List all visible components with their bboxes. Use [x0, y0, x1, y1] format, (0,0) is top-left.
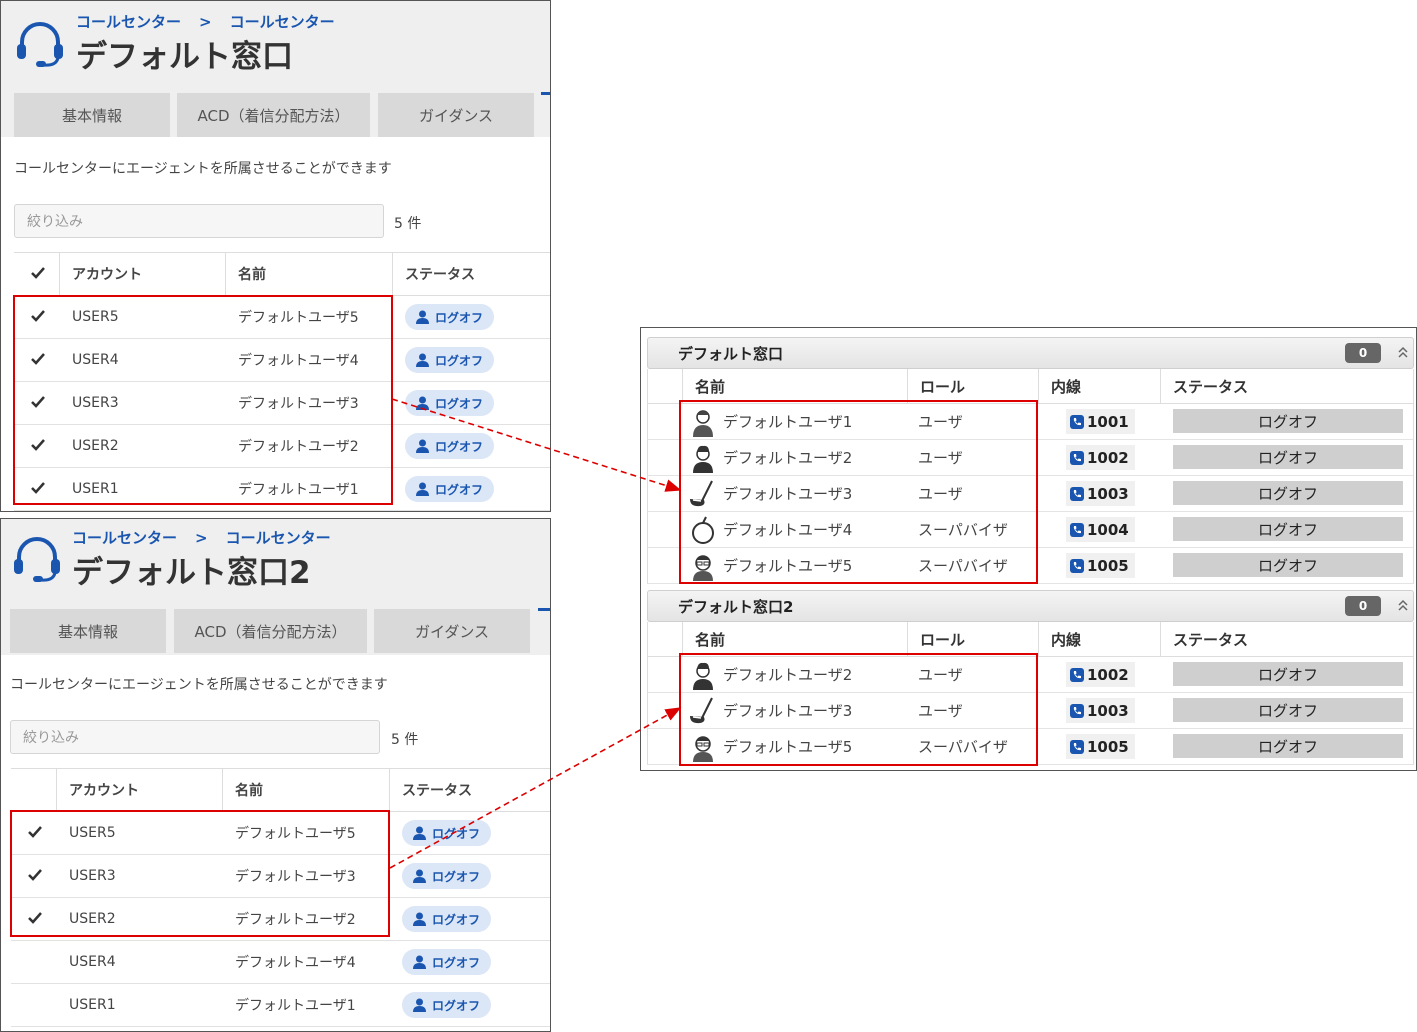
connector-arrows	[389, 398, 682, 869]
arrow-2	[389, 707, 682, 869]
arrow-1	[391, 398, 682, 492]
